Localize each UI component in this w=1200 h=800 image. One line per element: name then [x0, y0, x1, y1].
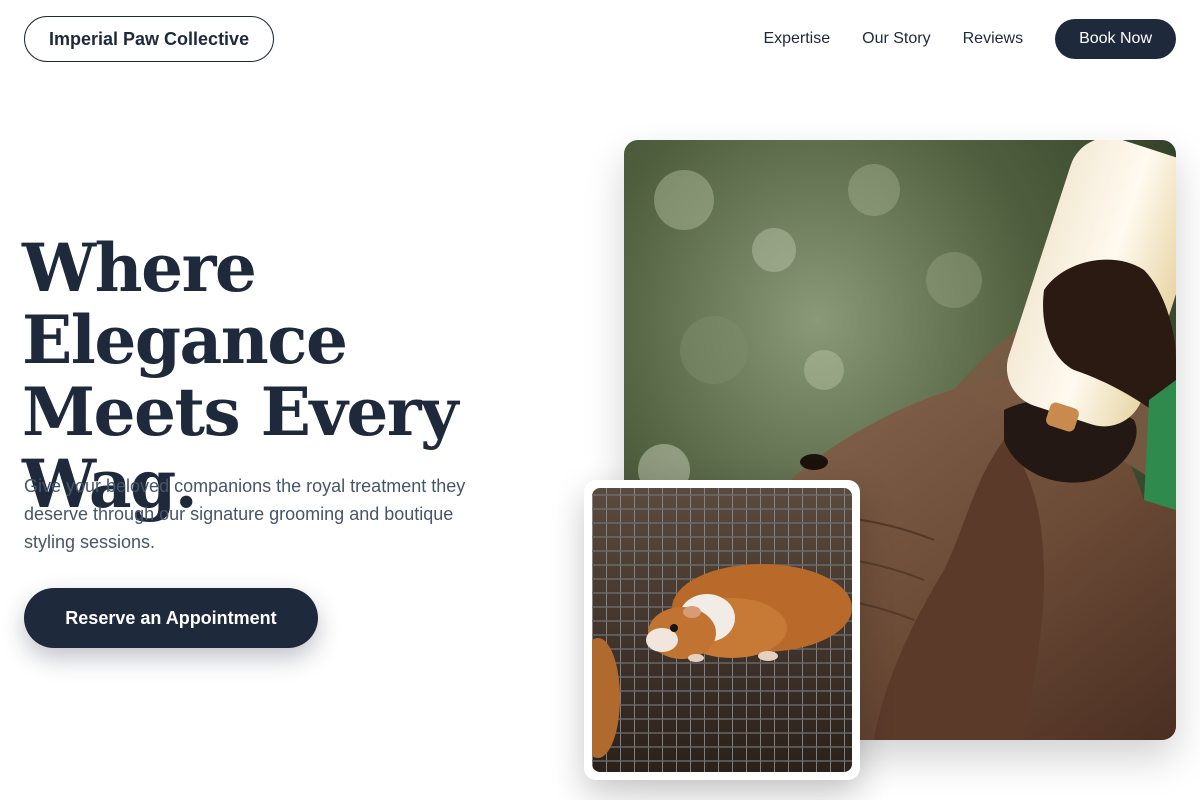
guinea-pig-photo-art: [592, 488, 852, 772]
landing-page: Imperial Paw Collective Expertise Our St…: [0, 0, 1200, 800]
hero-subtitle: Give your beloved companions the royal t…: [24, 476, 466, 552]
hero-title-line-1: Where Elegance: [22, 229, 348, 379]
reserve-appointment-button[interactable]: Reserve an Appointment: [24, 588, 318, 648]
site-header: Imperial Paw Collective Expertise Our St…: [24, 16, 1176, 62]
book-now-button[interactable]: Book Now: [1055, 19, 1176, 59]
nav-link-reviews[interactable]: Reviews: [963, 30, 1023, 48]
guinea-pig-photo-card: [584, 480, 860, 780]
guinea-pig-photo: [592, 488, 852, 772]
brand-logo[interactable]: Imperial Paw Collective: [24, 16, 275, 62]
nav-link-expertise[interactable]: Expertise: [763, 30, 830, 48]
main-nav: Expertise Our Story Reviews Book Now: [763, 19, 1176, 59]
nav-link-our-story[interactable]: Our Story: [862, 30, 930, 48]
hero-title-line-2: Meets Every: [22, 373, 458, 451]
